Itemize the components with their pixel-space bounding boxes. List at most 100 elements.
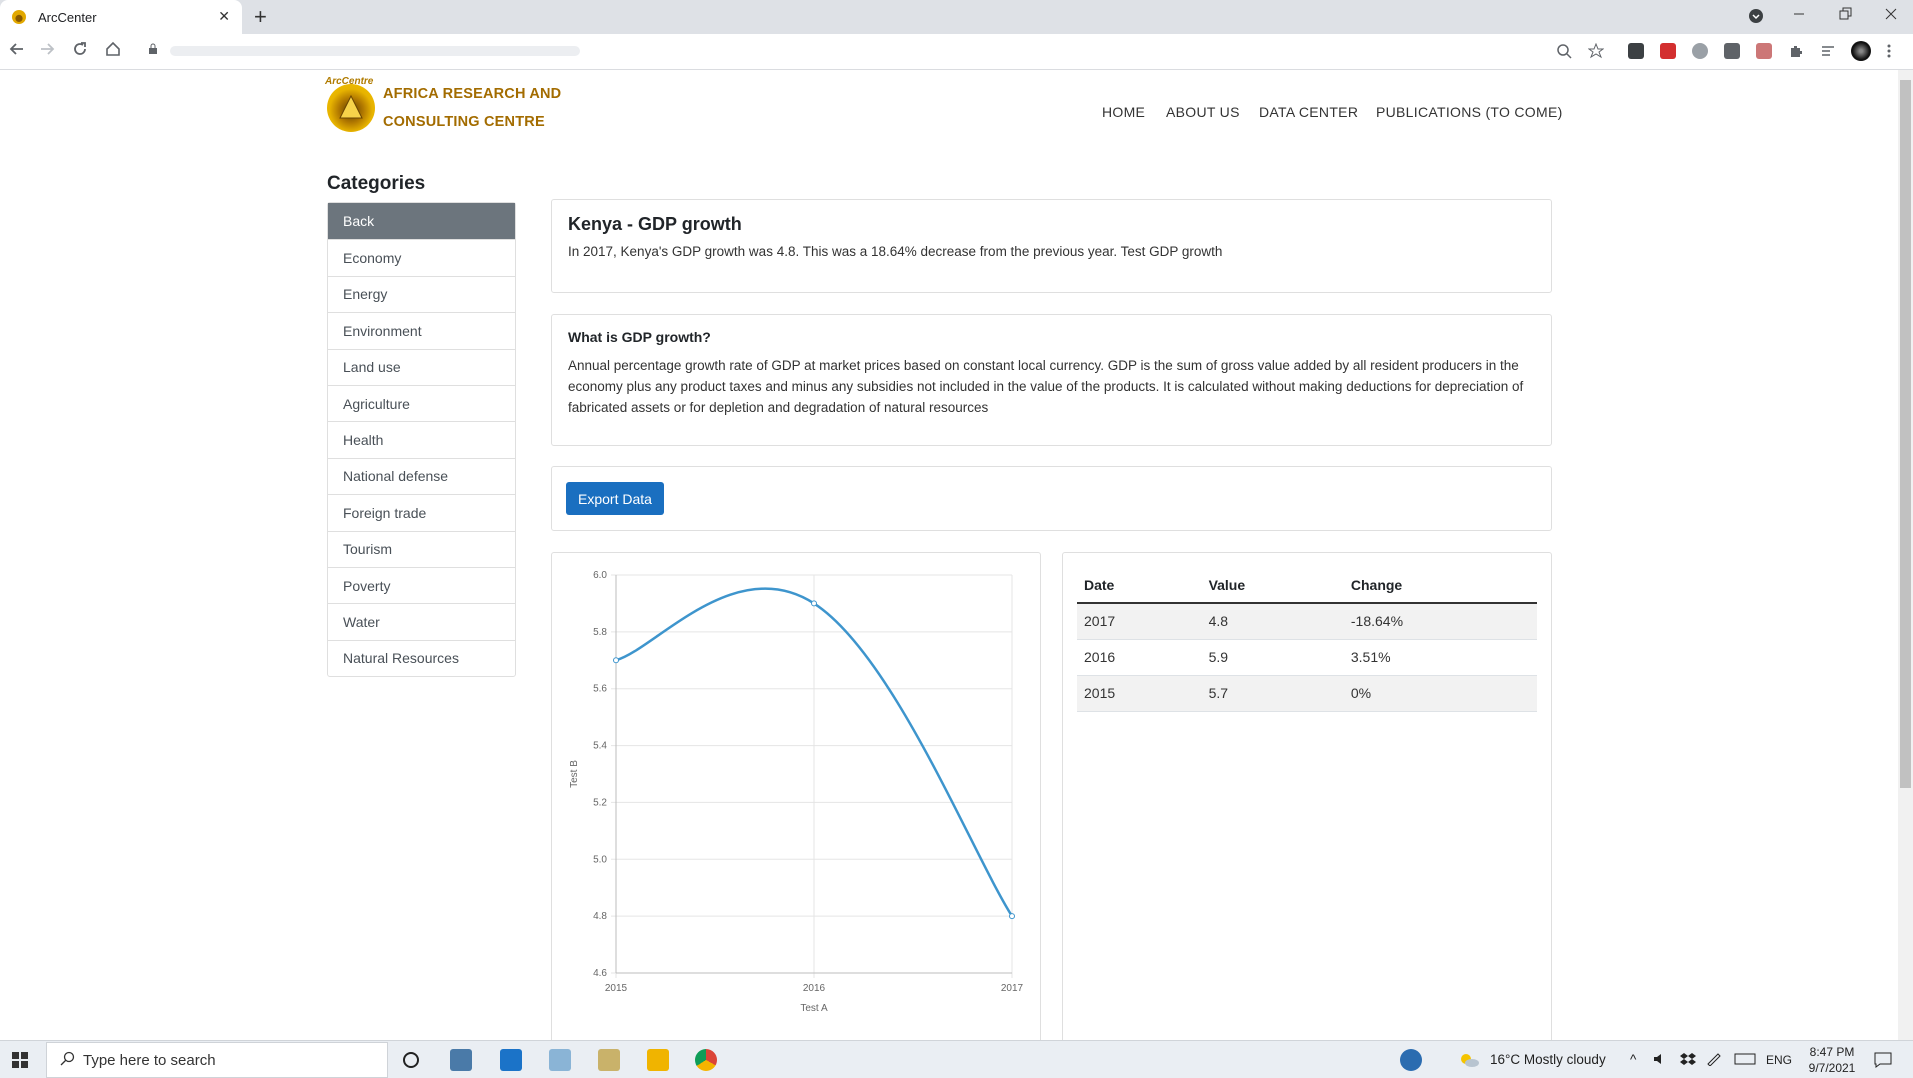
weather-icon[interactable]	[1458, 1052, 1480, 1071]
category-tourism[interactable]: Tourism	[328, 530, 515, 567]
lock-icon	[148, 43, 158, 58]
browser-menu-icon[interactable]	[1886, 43, 1902, 59]
cell-change: 0%	[1343, 675, 1537, 712]
gdp-line-chart: 6.0 5.8 5.6 5.4 5.2 5.0 4.8 4.6 2015 2016 2017 Test…	[569, 570, 1024, 1014]
clock-time: 8:47 PM	[1809, 1045, 1855, 1059]
category-energy[interactable]: Energy	[328, 275, 515, 312]
pen-icon[interactable]	[1706, 1052, 1722, 1069]
site-logo[interactable]: ArcCentre AFRICA RESEARCH AND CONSULTING…	[325, 76, 561, 136]
new-tab-icon[interactable]: +	[254, 4, 267, 30]
table-row: 2017 4.8 -18.64%	[1077, 603, 1537, 640]
scrollbar-thumb[interactable]	[1900, 80, 1911, 788]
profile-dropdown-icon[interactable]	[1748, 8, 1764, 29]
definition-text: Annual percentage growth rate of GDP at …	[568, 358, 1524, 415]
calculator-icon[interactable]	[450, 1049, 472, 1071]
help-icon[interactable]	[1400, 1049, 1422, 1071]
keyboard-icon[interactable]	[1734, 1052, 1756, 1069]
paint-icon[interactable]	[598, 1049, 620, 1071]
definition-card: What is GDP growth? Annual percentage gr…	[551, 314, 1552, 446]
browser-toolbar	[0, 34, 1913, 70]
close-tab-icon[interactable]: ✕	[218, 8, 230, 25]
app-icon[interactable]	[549, 1049, 571, 1071]
tray-chevron-icon[interactable]: ^	[1630, 1052, 1636, 1067]
windows-taskbar: Type here to search 16°C Mostly cloudy ^…	[0, 1040, 1913, 1078]
restore-icon[interactable]	[1838, 4, 1852, 29]
category-back[interactable]: Back	[328, 203, 515, 240]
table-row: 2015 5.7 0%	[1077, 675, 1537, 712]
category-water[interactable]: Water	[328, 603, 515, 639]
category-national-defense[interactable]: National defense	[328, 457, 515, 494]
x-tick-label: 2015	[605, 983, 628, 994]
table-header-row: Date Value Change	[1077, 567, 1537, 604]
nav-home[interactable]: HOME	[1102, 104, 1145, 120]
category-foreign-trade[interactable]: Foreign trade	[328, 494, 515, 530]
category-economy[interactable]: Economy	[328, 239, 515, 275]
cell-value: 4.8	[1201, 603, 1344, 640]
language-indicator[interactable]: ENG	[1766, 1053, 1792, 1067]
y-tick-label: 5.8	[593, 627, 607, 638]
extension-icon[interactable]	[1692, 43, 1708, 59]
cell-value: 5.7	[1201, 675, 1344, 712]
notifications-icon[interactable]	[1874, 1052, 1892, 1071]
category-health[interactable]: Health	[328, 421, 515, 457]
y-tick-label: 4.8	[593, 911, 607, 922]
header-date: Date	[1077, 567, 1202, 604]
back-arrow-icon[interactable]	[8, 40, 26, 63]
definition-title: What is GDP growth?	[568, 329, 711, 345]
bookmark-star-icon[interactable]	[1587, 42, 1605, 59]
extension-icon[interactable]	[1628, 43, 1644, 59]
y-axis-title: Test B	[569, 760, 580, 788]
indicator-summary: In 2017, Kenya's GDP growth was 4.8. Thi…	[568, 244, 1223, 259]
category-agriculture[interactable]: Agriculture	[328, 384, 515, 421]
grammar-extension-icon[interactable]	[1724, 43, 1740, 59]
search-icon	[59, 1051, 75, 1071]
category-environment[interactable]: Environment	[328, 312, 515, 348]
windows-start-icon[interactable]	[12, 1052, 28, 1068]
dropbox-icon[interactable]	[1680, 1052, 1696, 1069]
cell-value: 5.9	[1201, 639, 1344, 676]
tab-title: ArcCenter	[38, 9, 97, 25]
logo-text: AFRICA RESEARCH AND CONSULTING CENTRE	[383, 80, 561, 136]
cast-extension-icon[interactable]	[1756, 43, 1772, 59]
category-land-use[interactable]: Land use	[328, 348, 515, 385]
category-natural-resources[interactable]: Natural Resources	[328, 639, 515, 676]
profile-avatar[interactable]	[1851, 41, 1871, 61]
nav-publications[interactable]: PUBLICATIONS (TO COME)	[1376, 104, 1563, 120]
web-page: ArcCentre AFRICA RESEARCH AND CONSULTING…	[0, 70, 1896, 1040]
cortana-icon[interactable]	[400, 1049, 422, 1071]
system-clock[interactable]: 8:47 PM 9/7/2021	[1800, 1044, 1864, 1076]
reload-icon[interactable]	[71, 40, 89, 63]
cell-date: 2016	[1077, 639, 1202, 676]
pdf-extension-icon[interactable]	[1660, 43, 1676, 59]
x-tick-label: 2016	[803, 983, 826, 994]
forward-arrow-icon[interactable]	[38, 40, 56, 63]
home-icon[interactable]	[104, 40, 122, 63]
mail-icon[interactable]	[500, 1049, 522, 1071]
nav-data-center[interactable]: DATA CENTER	[1259, 104, 1358, 120]
minimize-icon[interactable]	[1792, 4, 1806, 29]
actions-card: Export Data	[551, 466, 1552, 531]
y-tick-label: 5.2	[593, 797, 607, 808]
chart-card: 6.0 5.8 5.6 5.4 5.2 5.0 4.8 4.6 2015 2016 2017 Test…	[551, 552, 1041, 1040]
volume-icon[interactable]	[1652, 1052, 1668, 1069]
table-card: Date Value Change 2017 4.8 -18.64% 2016 …	[1062, 552, 1552, 1040]
y-tick-label: 5.4	[593, 741, 607, 752]
puzzle-extensions-icon[interactable]	[1788, 43, 1804, 59]
categories-heading: Categories	[327, 173, 426, 194]
zoom-icon[interactable]	[1556, 43, 1572, 59]
weather-text[interactable]: 16°C Mostly cloudy	[1490, 1052, 1606, 1067]
reading-list-icon[interactable]	[1820, 43, 1836, 59]
taskbar-search[interactable]: Type here to search	[46, 1042, 388, 1078]
category-poverty[interactable]: Poverty	[328, 566, 515, 603]
chrome-icon[interactable]	[695, 1049, 717, 1071]
export-data-button[interactable]: Export Data	[566, 482, 664, 515]
search-placeholder: Type here to search	[83, 1052, 216, 1069]
close-window-icon[interactable]	[1884, 4, 1898, 29]
category-list: Back Economy Energy Environment Land use…	[327, 202, 516, 678]
table-row: 2016 5.9 3.51%	[1077, 639, 1537, 676]
file-explorer-icon[interactable]	[647, 1049, 669, 1071]
browser-tab[interactable]: ArcCenter ✕	[0, 0, 242, 34]
nav-about-us[interactable]: ABOUT US	[1166, 104, 1240, 120]
browser-tab-strip: ArcCenter ✕ +	[0, 0, 1913, 34]
data-point	[613, 657, 619, 664]
